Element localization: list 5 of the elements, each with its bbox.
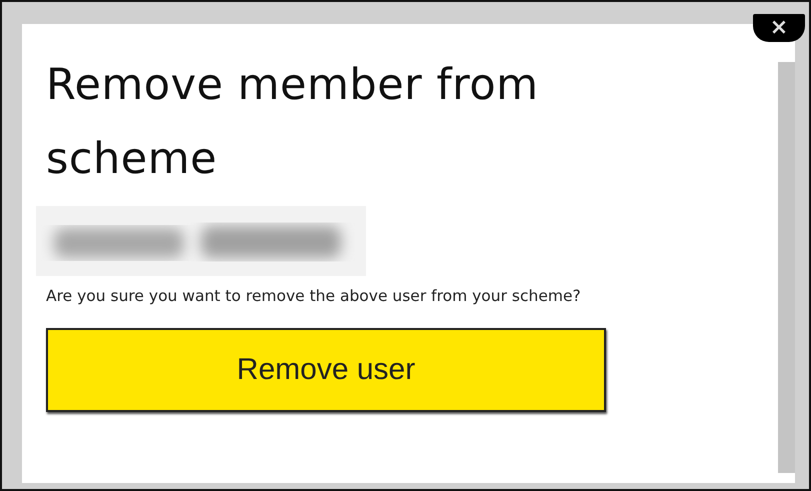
scrollbar[interactable]	[778, 62, 795, 473]
dialog-title: Remove member from scheme	[46, 59, 540, 186]
remove-user-button[interactable]: Remove user	[46, 328, 606, 412]
confirmation-message: Are you sure you want to remove the above user from your scheme?	[46, 286, 582, 307]
close-button[interactable]: ×	[753, 14, 805, 42]
